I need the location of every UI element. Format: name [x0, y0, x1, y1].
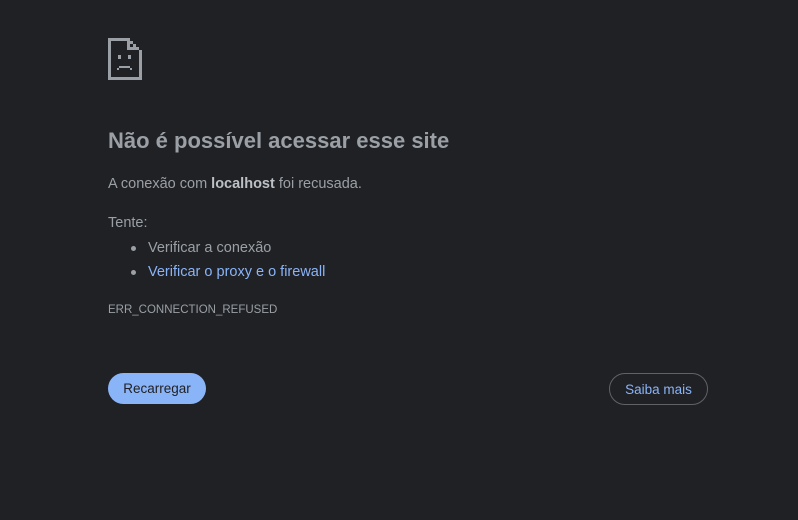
- suggestion-check-connection: Verificar a conexão: [130, 236, 325, 260]
- learn-more-button[interactable]: Saiba mais: [609, 373, 708, 405]
- suggestion-check-proxy-firewall: Verificar o proxy e o firewall: [130, 260, 325, 284]
- error-page: Não é possível acessar esse site A conex…: [0, 0, 798, 520]
- description-prefix: A conexão com: [108, 176, 212, 192]
- suggestions-list: Verificar a conexão Verificar o proxy e …: [108, 236, 325, 284]
- reload-button[interactable]: Recarregar: [108, 373, 206, 404]
- sad-document-icon: [108, 38, 142, 80]
- page-title: Não é possível acessar esse site: [108, 128, 450, 153]
- host-name: localhost: [211, 176, 275, 192]
- check-proxy-firewall-link[interactable]: Verificar o proxy e o firewall: [148, 264, 325, 280]
- description-suffix: foi recusada.: [274, 176, 362, 192]
- error-code: ERR_CONNECTION_REFUSED: [108, 304, 278, 316]
- error-description: A conexão com localhost foi recusada.: [108, 176, 362, 192]
- try-label: Tente:: [108, 215, 148, 231]
